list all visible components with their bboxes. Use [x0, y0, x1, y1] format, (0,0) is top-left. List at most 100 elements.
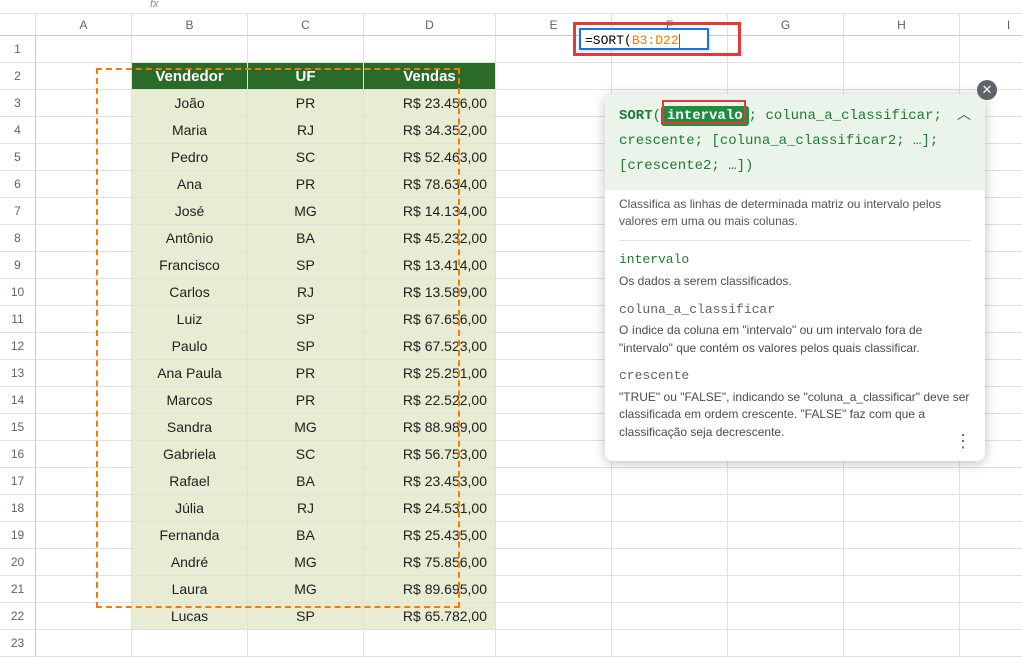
- more-icon[interactable]: ⋮: [951, 431, 975, 455]
- row-header[interactable]: 12: [0, 333, 36, 360]
- cell[interactable]: [496, 360, 612, 387]
- cell[interactable]: [728, 576, 844, 603]
- cell[interactable]: [844, 576, 960, 603]
- cell[interactable]: [36, 36, 132, 63]
- row-header[interactable]: 7: [0, 198, 36, 225]
- close-icon[interactable]: ✕: [977, 80, 997, 100]
- row-header[interactable]: 23: [0, 630, 36, 657]
- cell[interactable]: [132, 630, 248, 657]
- cell[interactable]: [728, 63, 844, 90]
- cell[interactable]: SC: [248, 441, 364, 468]
- cell[interactable]: [612, 576, 728, 603]
- cell[interactable]: R$ 22.522,00: [364, 387, 496, 414]
- cell[interactable]: [36, 171, 132, 198]
- cell[interactable]: [960, 468, 1022, 495]
- cell[interactable]: [612, 63, 728, 90]
- cell[interactable]: [36, 117, 132, 144]
- cell[interactable]: [36, 360, 132, 387]
- row-header[interactable]: 17: [0, 468, 36, 495]
- cell[interactable]: R$ 25.435,00: [364, 522, 496, 549]
- cell[interactable]: [496, 198, 612, 225]
- cell[interactable]: João: [132, 90, 248, 117]
- cell[interactable]: [612, 522, 728, 549]
- cell[interactable]: SP: [248, 603, 364, 630]
- cell[interactable]: Paulo: [132, 333, 248, 360]
- cell[interactable]: [960, 630, 1022, 657]
- cell[interactable]: [960, 495, 1022, 522]
- cell[interactable]: [496, 306, 612, 333]
- cell[interactable]: R$ 45.232,00: [364, 225, 496, 252]
- col-header[interactable]: I: [960, 14, 1022, 36]
- cell[interactable]: SP: [248, 252, 364, 279]
- cell[interactable]: RJ: [248, 279, 364, 306]
- cell[interactable]: BA: [248, 522, 364, 549]
- row-header[interactable]: 10: [0, 279, 36, 306]
- cell[interactable]: Maria: [132, 117, 248, 144]
- cell[interactable]: [496, 414, 612, 441]
- chevron-up-icon[interactable]: ︿: [957, 104, 971, 129]
- cell[interactable]: R$ 89.695,00: [364, 576, 496, 603]
- col-header[interactable]: D: [364, 14, 496, 36]
- col-header[interactable]: G: [728, 14, 844, 36]
- cell[interactable]: [364, 630, 496, 657]
- cell[interactable]: [36, 333, 132, 360]
- row-header[interactable]: 8: [0, 225, 36, 252]
- row-header[interactable]: 15: [0, 414, 36, 441]
- cell[interactable]: [496, 576, 612, 603]
- cell[interactable]: PR: [248, 90, 364, 117]
- cell[interactable]: [728, 522, 844, 549]
- row-header[interactable]: 2: [0, 63, 36, 90]
- cell[interactable]: [844, 495, 960, 522]
- cell[interactable]: R$ 24.531,00: [364, 495, 496, 522]
- cell[interactable]: [496, 549, 612, 576]
- cell[interactable]: R$ 25.251,00: [364, 360, 496, 387]
- cell[interactable]: R$ 75.856,00: [364, 549, 496, 576]
- cell[interactable]: Ana Paula: [132, 360, 248, 387]
- row-header[interactable]: 14: [0, 387, 36, 414]
- cell[interactable]: Luiz: [132, 306, 248, 333]
- col-header[interactable]: B: [132, 14, 248, 36]
- row-header[interactable]: 19: [0, 522, 36, 549]
- cell[interactable]: [496, 387, 612, 414]
- cell[interactable]: [36, 414, 132, 441]
- cell[interactable]: [496, 225, 612, 252]
- cell[interactable]: MG: [248, 576, 364, 603]
- row-header[interactable]: 3: [0, 90, 36, 117]
- row-header[interactable]: 20: [0, 549, 36, 576]
- cell[interactable]: [496, 144, 612, 171]
- cell[interactable]: [248, 630, 364, 657]
- cell[interactable]: [496, 171, 612, 198]
- active-cell-editor[interactable]: =SORT(B3:D22: [579, 28, 709, 50]
- cell[interactable]: [612, 603, 728, 630]
- row-header[interactable]: 13: [0, 360, 36, 387]
- cell[interactable]: [728, 36, 844, 63]
- cell[interactable]: [728, 468, 844, 495]
- cell[interactable]: [36, 387, 132, 414]
- cell[interactable]: [36, 495, 132, 522]
- cell[interactable]: [496, 468, 612, 495]
- cell[interactable]: [364, 36, 496, 63]
- row-header[interactable]: 11: [0, 306, 36, 333]
- cell[interactable]: R$ 88.989,00: [364, 414, 496, 441]
- cell[interactable]: MG: [248, 198, 364, 225]
- cell[interactable]: [728, 495, 844, 522]
- cell[interactable]: [36, 603, 132, 630]
- cell[interactable]: Júlia: [132, 495, 248, 522]
- cell[interactable]: PR: [248, 387, 364, 414]
- cell[interactable]: [496, 333, 612, 360]
- cell[interactable]: [960, 603, 1022, 630]
- cell[interactable]: [36, 252, 132, 279]
- cell[interactable]: [36, 630, 132, 657]
- cell[interactable]: [36, 90, 132, 117]
- cell[interactable]: [844, 522, 960, 549]
- row-header[interactable]: 1: [0, 36, 36, 63]
- cell[interactable]: R$ 23.453,00: [364, 468, 496, 495]
- cell[interactable]: Francisco: [132, 252, 248, 279]
- cell[interactable]: [496, 630, 612, 657]
- cell[interactable]: [36, 279, 132, 306]
- cell[interactable]: PR: [248, 360, 364, 387]
- cell[interactable]: MG: [248, 414, 364, 441]
- cell[interactable]: [496, 63, 612, 90]
- cell[interactable]: UF: [248, 63, 364, 90]
- cell[interactable]: R$ 14.134,00: [364, 198, 496, 225]
